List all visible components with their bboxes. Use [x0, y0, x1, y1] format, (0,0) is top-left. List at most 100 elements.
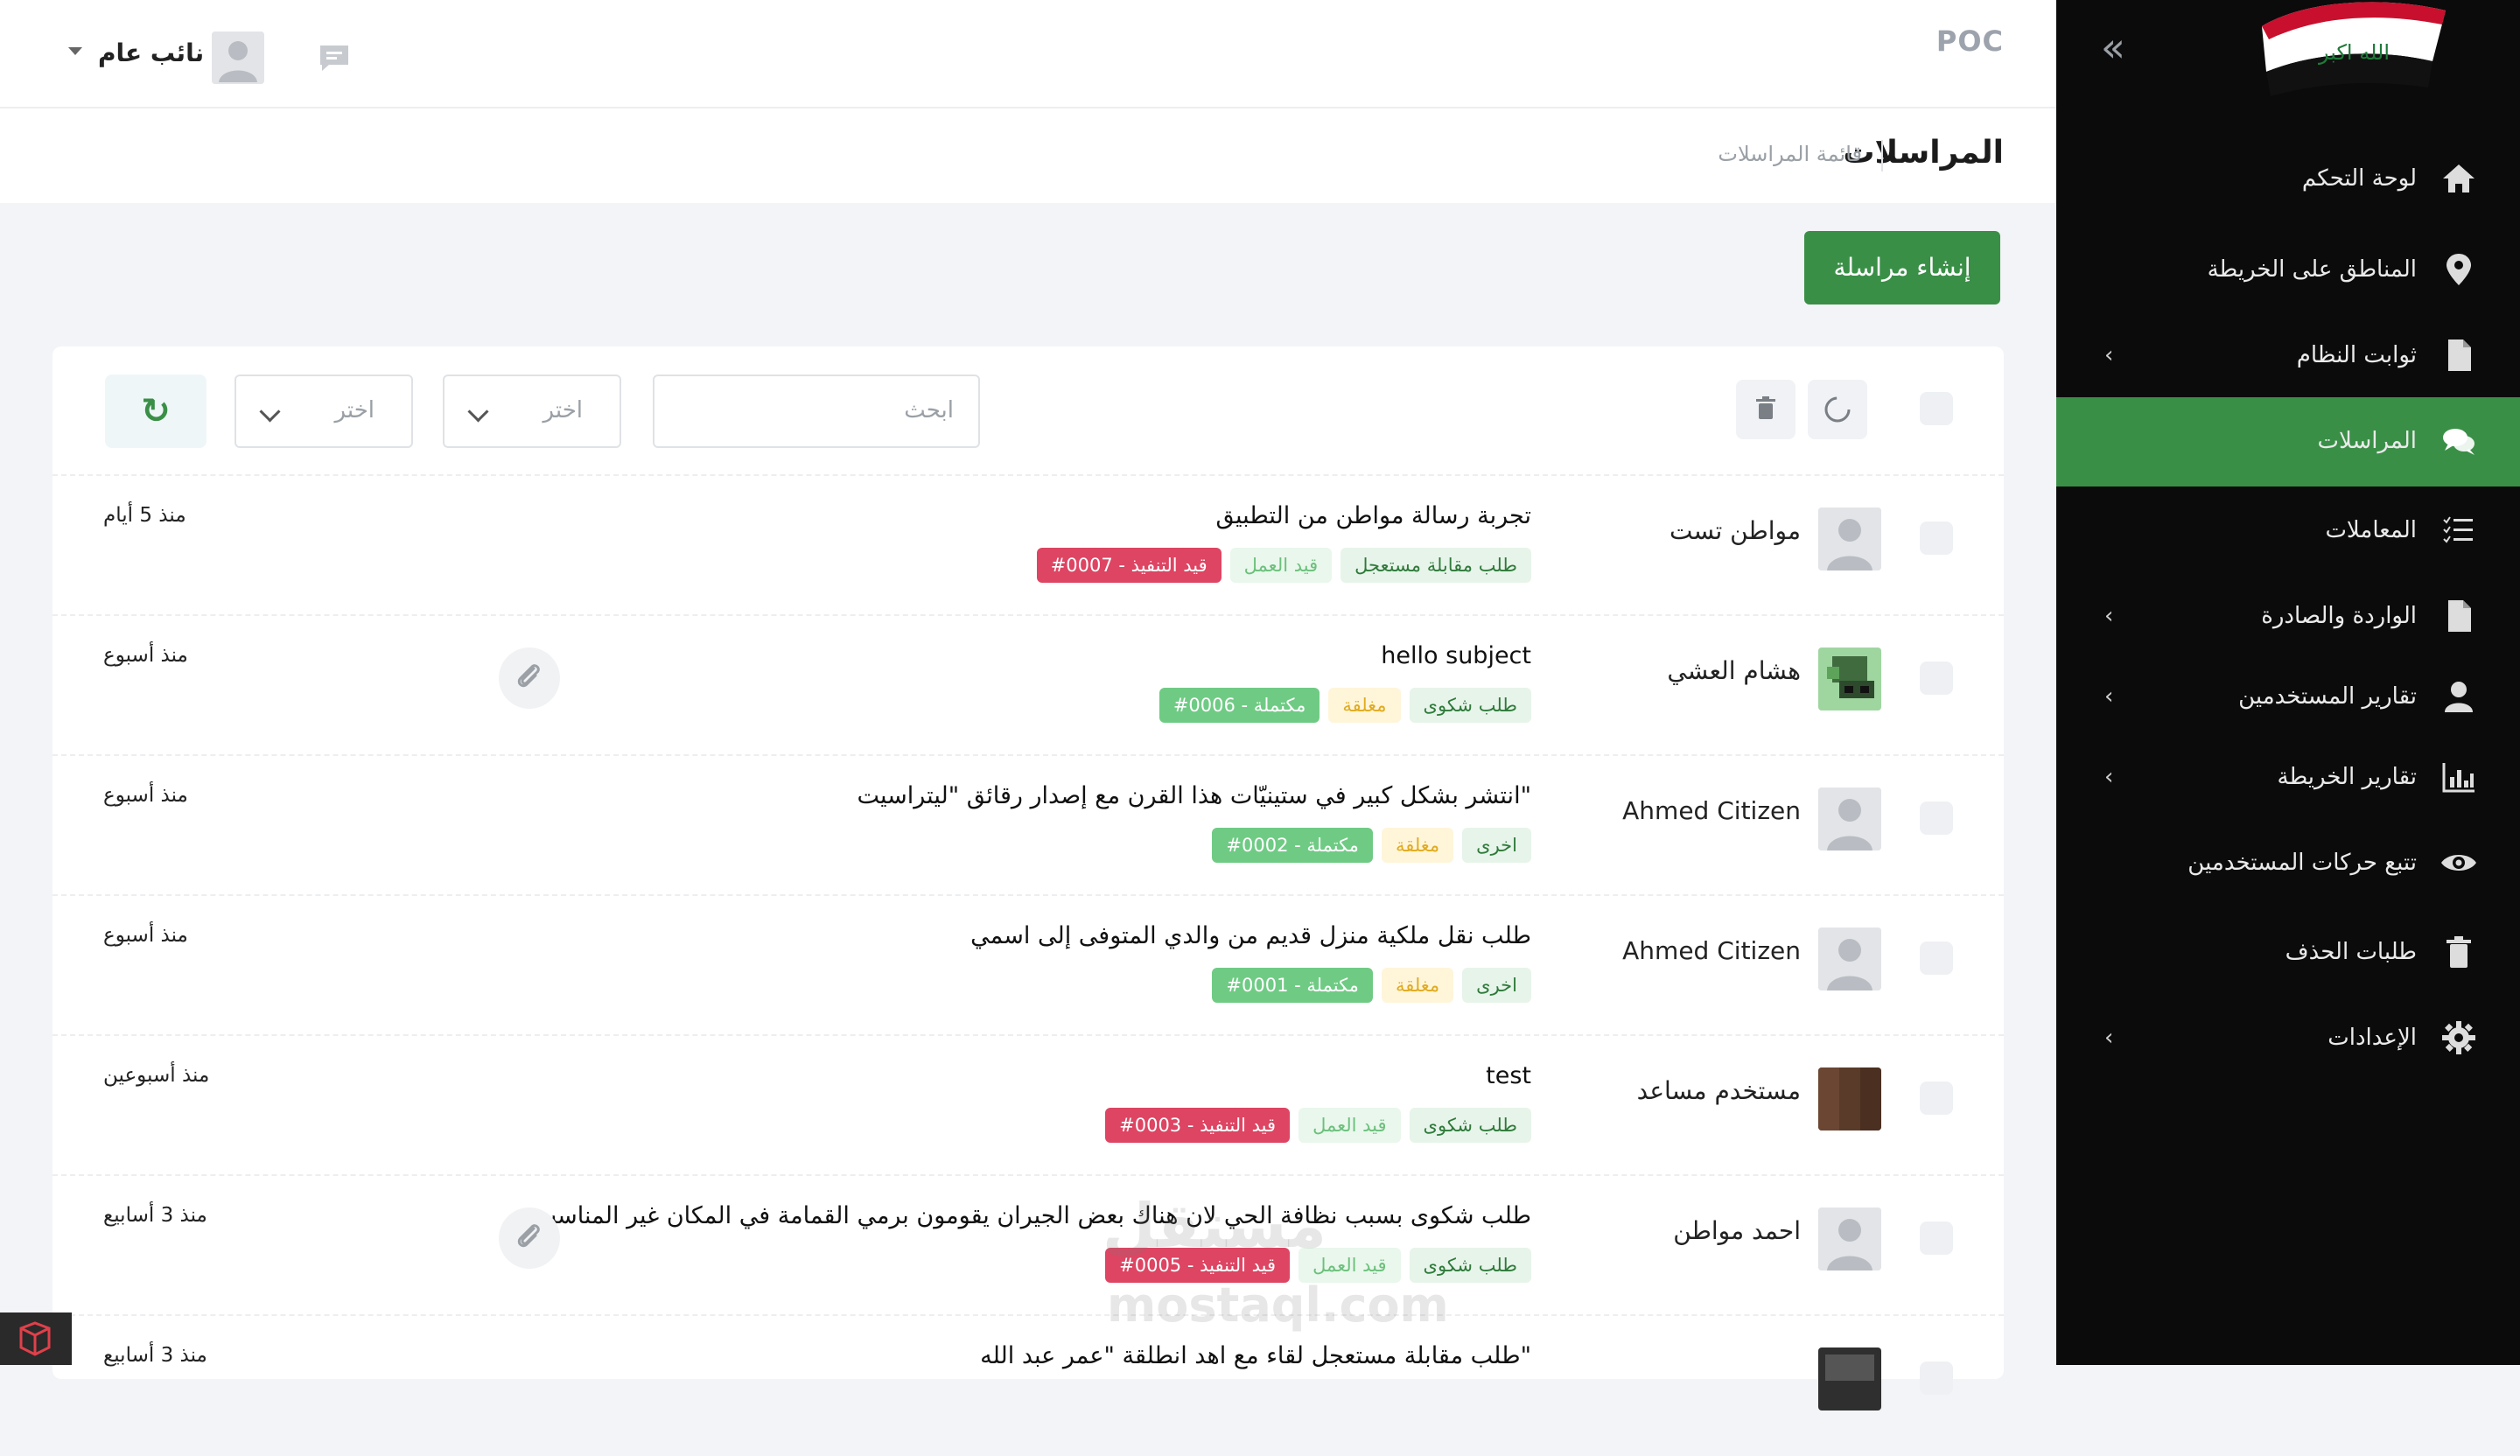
avatar [1818, 1348, 1881, 1410]
tag-list: طلب شكوى قيد العمل #0003 - قيد التنفيذ [1105, 1108, 1531, 1143]
file-icon [2440, 597, 2478, 635]
search-input[interactable]: ابحث [653, 374, 980, 448]
user-avatar[interactable] [212, 32, 264, 84]
eye-icon [2440, 844, 2478, 882]
sender-name: مواطن تست [1669, 516, 1801, 545]
collapse-sidebar-icon[interactable]: « [2096, 27, 2131, 67]
message-subject[interactable]: تجربة رسالة مواطن من التطبيق [1215, 502, 1531, 529]
sidebar-item-10[interactable]: طلبات الحذف [2056, 908, 2520, 996]
user-name[interactable]: نائب عام [98, 38, 204, 67]
select-value: اختر [334, 397, 375, 424]
user-icon [2440, 677, 2478, 716]
tag-list: اخرى مغلقة #0002 - مكتملة [1212, 828, 1531, 863]
svg-text:الله اكبر: الله اكبر [2318, 40, 2390, 65]
row-checkbox[interactable] [1920, 942, 1953, 975]
status-badge: طلب شكوى [1409, 1108, 1531, 1143]
refresh-button[interactable]: ↻ [105, 374, 206, 448]
page-title: المراسلات [1843, 135, 2004, 171]
status-badge: مغلقة [1328, 688, 1401, 723]
message-subject[interactable]: test [1486, 1062, 1531, 1089]
sidebar-item-label: ثوابت النظام [2296, 342, 2417, 368]
sidebar-item-7[interactable]: تقارير المستخدمين ‹ [2056, 653, 2520, 740]
chevron-icon: ‹ [2104, 603, 2114, 629]
sidebar-item-2[interactable]: المناطق على الخريطة [2056, 226, 2520, 313]
top-bar: POC نائب عام [0, 0, 2056, 108]
timestamp: منذ أسبوع [103, 924, 188, 947]
table-row[interactable]: احمد مواطن طلب شكوى بسبب نظافة الحي لان ه… [52, 1174, 2004, 1316]
watermark-url: mostaql.com [1107, 1278, 1449, 1333]
timestamp: منذ 3 أسابيع [103, 1344, 207, 1367]
sidebar-item-label: تتبع حركات المستخدمين [2188, 850, 2417, 876]
file-icon [2440, 336, 2478, 374]
timestamp: منذ 3 أسابيع [103, 1204, 207, 1227]
status-badge: اخرى [1462, 828, 1531, 863]
user-menu-caret-icon[interactable] [68, 47, 82, 55]
sidebar-item-6[interactable]: الواردة والصادرة ‹ [2056, 572, 2520, 660]
sidebar-item-label: تقارير المستخدمين [2238, 683, 2417, 710]
message-subject[interactable]: طلب شكوى بسبب نظافة الحي لان هناك بعض ال… [535, 1202, 1531, 1229]
table-row[interactable]: هشام العشي hello subject طلب شكوى مغلقة #000… [52, 614, 2004, 756]
sidebar-item-1[interactable]: لوحة التحكم [2056, 135, 2520, 222]
reload-list-button[interactable] [1808, 380, 1867, 439]
row-checkbox[interactable] [1920, 522, 1953, 555]
bulk-delete-button[interactable] [1736, 380, 1796, 439]
chevron-down-icon [259, 401, 281, 423]
sidebar-item-3[interactable]: ثوابت النظام ‹ [2056, 312, 2520, 399]
row-checkbox[interactable] [1920, 1222, 1953, 1255]
chevron-down-icon [467, 401, 489, 423]
message-subject[interactable]: طلب نقل ملكية منزل قديم من والدي المتوفى… [970, 922, 1531, 949]
debug-badge[interactable] [0, 1312, 72, 1365]
tag-list: طلب مقابلة مستعجل قيد العمل #0007 - قيد ال… [1036, 548, 1531, 583]
comments-icon [2440, 422, 2478, 460]
table-row[interactable]: Ahmed Citizen طلب نقل ملكية منزل قديم من … [52, 894, 2004, 1036]
table-row[interactable]: طلب مقابلة مستعجل لقاء مع اهد انطلقة "عم… [52, 1314, 2004, 1456]
chevron-icon: ‹ [2104, 1025, 2114, 1051]
avatar [1818, 1068, 1881, 1130]
paperclip-icon[interactable] [499, 648, 560, 709]
select-all-checkbox[interactable] [1920, 392, 1953, 425]
sidebar-item-label: المراسلات [2317, 428, 2417, 454]
row-checkbox[interactable] [1920, 1362, 1953, 1395]
iraq-flag-logo: الله اكبر [2236, 0, 2454, 96]
row-checkbox[interactable] [1920, 1082, 1953, 1115]
row-checkbox[interactable] [1920, 662, 1953, 695]
table-row[interactable]: مستخدم مساعد test طلب شكوى قيد العمل #0003 -… [52, 1034, 2004, 1176]
watermark-logo: مستقل [1102, 1190, 1327, 1262]
sidebar-item-label: الإعدادات [2328, 1025, 2417, 1051]
title-separator [1881, 140, 1883, 172]
sidebar-item-8[interactable]: تقارير الخريطة ‹ [2056, 733, 2520, 821]
message-subject[interactable]: انتشر بشكل كبير في ستينيّات هذا القرن مع… [858, 782, 1532, 809]
sender-name: Ahmed Citizen [1622, 936, 1801, 965]
sidebar-item-11[interactable]: الإعدادات ‹ [2056, 994, 2520, 1082]
paperclip-icon[interactable] [499, 1208, 560, 1269]
create-correspondence-button[interactable]: إنشاء مراسلة [1804, 231, 2000, 304]
chart-icon [2440, 758, 2478, 796]
status-badge: طلب شكوى [1409, 688, 1531, 723]
avatar [1818, 508, 1881, 570]
sender-name: مستخدم مساعد [1636, 1076, 1801, 1105]
message-subject[interactable]: طلب مقابلة مستعجل لقاء مع اهد انطلقة "عم… [980, 1342, 1531, 1369]
row-checkbox[interactable] [1920, 802, 1953, 835]
sidebar-item-5[interactable]: المعاملات [2056, 486, 2520, 574]
status-badge: قيد العمل [1298, 1108, 1401, 1143]
message-subject[interactable]: hello subject [1381, 642, 1531, 669]
table-row[interactable]: Ahmed Citizen انتشر بشكل كبير في ستينيّات… [52, 754, 2004, 896]
chevron-icon: ‹ [2104, 683, 2114, 710]
sidebar-item-4[interactable]: المراسلات [2056, 397, 2520, 486]
status-badge: اخرى [1462, 968, 1531, 1003]
spinner-icon [1824, 396, 1851, 423]
status-badge: قيد العمل [1229, 548, 1333, 583]
sidebar-item-9[interactable]: تتبع حركات المستخدمين [2056, 819, 2520, 906]
messages-icon[interactable] [317, 42, 352, 74]
timestamp: منذ أسبوع [103, 644, 188, 667]
breadcrumb[interactable]: قائمة المراسلات [1718, 142, 1862, 166]
filter-select-1[interactable]: اختر [443, 374, 621, 448]
search-placeholder: ابحث [904, 397, 954, 424]
status-badge: طلب مقابلة مستعجل [1340, 548, 1531, 583]
status-badge: #0006 - مكتملة [1158, 688, 1320, 723]
status-badge: #0001 - مكتملة [1212, 968, 1373, 1003]
table-row[interactable]: مواطن تست تجربة رسالة مواطن من التطبيق طلب… [52, 474, 2004, 616]
sidebar: « الله اكبر لوحة التحكم المناطق على الخري… [2056, 0, 2520, 1365]
correspondence-list-card: ابحث اختر اختر ↻ مواطن تست تجربة رسالة مو… [52, 346, 2004, 1410]
filter-select-2[interactable]: اختر [234, 374, 413, 448]
